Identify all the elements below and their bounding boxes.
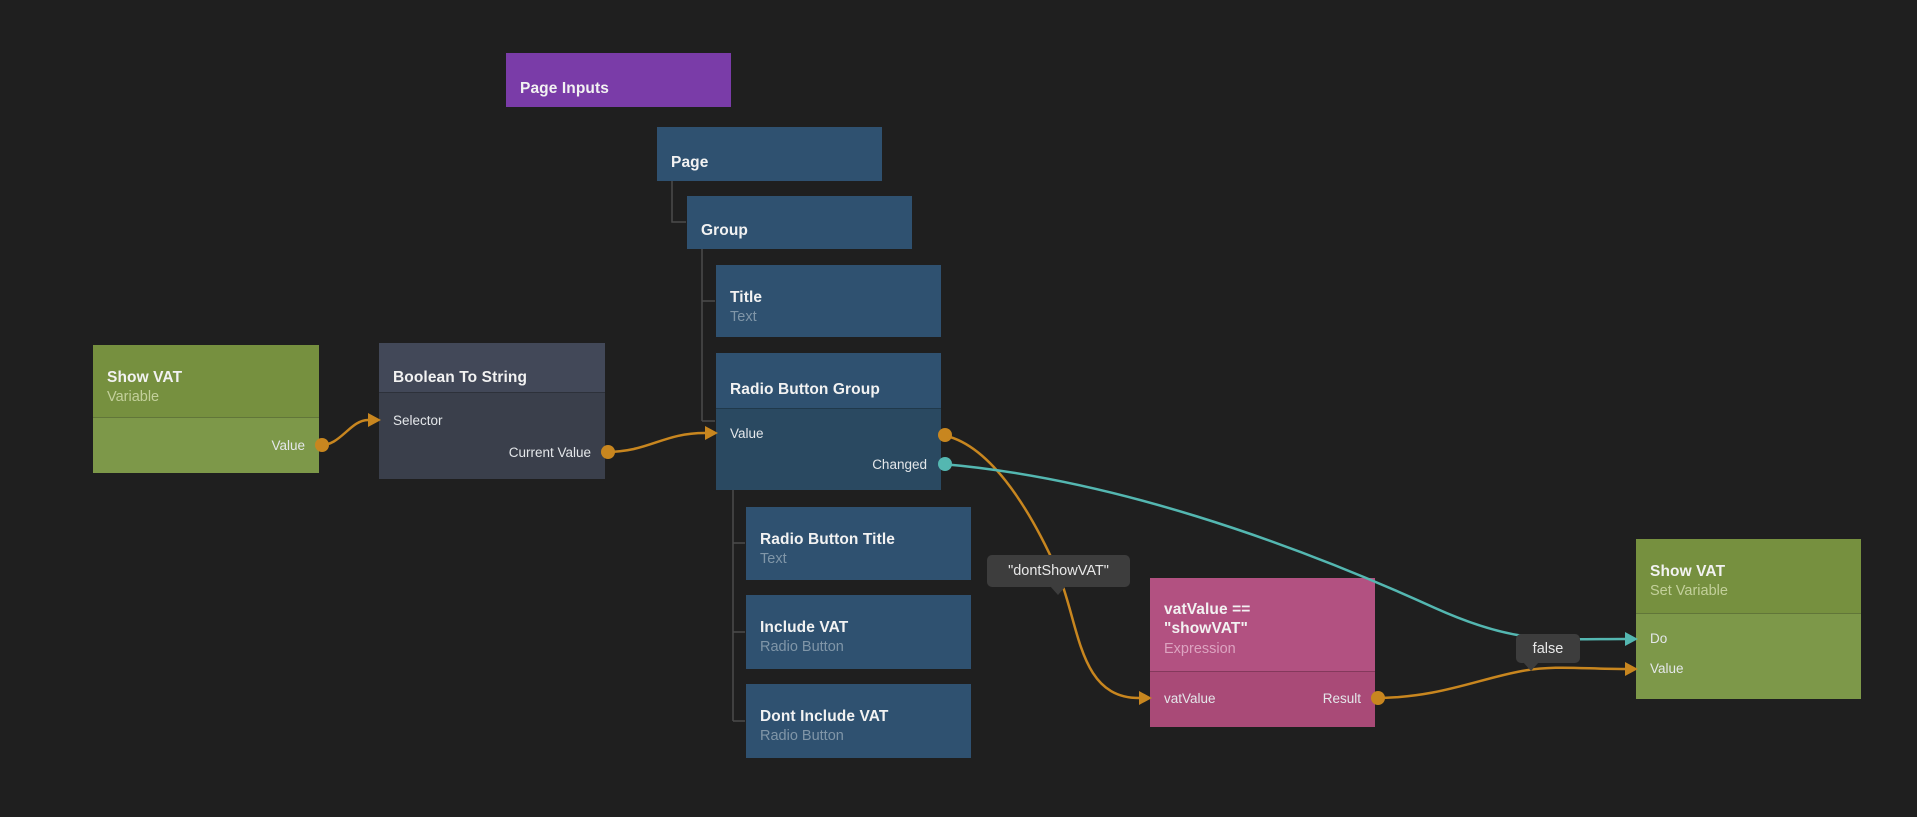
badge-pointer [1050,586,1066,595]
node-title-text[interactable]: Title Text [716,265,941,337]
node-title: Show VAT [1650,562,1847,581]
node-show-vat-variable[interactable]: Show VAT Variable Value [93,345,319,473]
port-vatvalue[interactable]: vatValue [1164,687,1216,711]
node-group[interactable]: Group [687,196,912,249]
port-value[interactable]: Value [716,422,941,446]
node-title: Radio Button Group [730,380,927,399]
port-value[interactable]: Value [1636,657,1861,681]
node-subtitle: Expression [1164,640,1361,659]
node-page-inputs[interactable]: Page Inputs [506,53,731,107]
node-page[interactable]: Page [657,127,882,181]
node-subtitle: Text [760,550,957,569]
node-dont-include-vat[interactable]: Dont Include VAT Radio Button [746,684,971,758]
node-subtitle: Radio Button [760,638,957,657]
node-expression[interactable]: vatValue == "showVAT" Expression vatValu… [1150,578,1375,727]
node-title: Include VAT [760,618,957,637]
node-subtitle: Text [730,308,927,327]
node-title: Radio Button Title [760,530,957,549]
port-current-value[interactable]: Current Value [379,441,605,465]
badge-label: false [1533,641,1564,657]
node-radio-button-title[interactable]: Radio Button Title Text [746,507,971,580]
node-subtitle: Variable [107,388,305,407]
node-title: Show VAT [107,368,305,387]
node-title: Dont Include VAT [760,707,957,726]
node-boolean-to-string[interactable]: Boolean To String Selector Current Value [379,343,605,479]
node-subtitle: Radio Button [760,727,957,746]
node-subtitle: Set Variable [1650,582,1847,601]
wire-result-to-setvalue[interactable] [1375,668,1625,698]
badge-label: "dontShowVAT" [1008,563,1109,579]
node-editor-canvas[interactable]: Page Inputs Page Group Title Text Radio … [0,0,1917,817]
wire-currentvalue-to-value[interactable] [605,433,705,452]
node-title: Title [730,288,927,307]
wire-variable-to-selector[interactable] [319,420,368,445]
tree-line-page-group [672,181,686,222]
port-result[interactable]: Result [1323,687,1361,711]
badge-pointer [1523,662,1539,671]
port-value[interactable]: Value [93,434,319,458]
node-title: Page [671,153,868,172]
node-title-line1: vatValue == [1164,600,1361,619]
connection-value-badge: "dontShowVAT" [987,555,1130,587]
port-selector[interactable]: Selector [379,409,605,433]
node-title-line2: "showVAT" [1164,619,1361,638]
node-include-vat[interactable]: Include VAT Radio Button [746,595,971,669]
node-radio-button-group[interactable]: Radio Button Group Value Changed [716,353,941,490]
node-show-vat-set-variable[interactable]: Show VAT Set Variable Do Value [1636,539,1861,699]
port-do[interactable]: Do [1636,627,1861,651]
connection-value-badge: false [1516,634,1580,663]
port-changed[interactable]: Changed [716,453,941,477]
node-title: Page Inputs [520,79,717,98]
node-title: Boolean To String [393,368,591,387]
node-title: Group [701,221,898,240]
